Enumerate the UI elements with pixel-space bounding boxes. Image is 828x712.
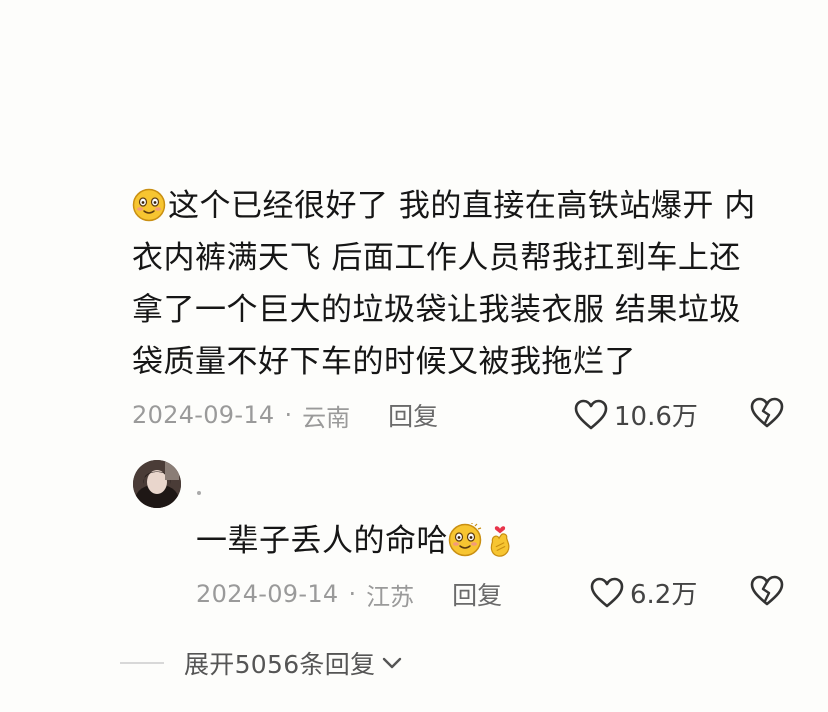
avatar[interactable]: [133, 460, 181, 508]
comment-date: 2024-09-14: [132, 401, 275, 429]
comment-like-button[interactable]: 10.6万: [574, 396, 698, 433]
reply-body: 一辈子丢人的命哈: [196, 516, 518, 566]
broken-heart-icon[interactable]: [750, 397, 784, 429]
reply-like-count: 6.2万: [630, 580, 698, 610]
divider: [120, 662, 164, 664]
comment-text: 这个已经很好了 我的直接在高铁站爆开 内衣内裤满天飞 后面工作人员帮我扛到车上还…: [132, 188, 756, 380]
reply-text: 一辈子丢人的命哈: [196, 523, 448, 559]
finger-heart-emoji-icon: [490, 526, 510, 557]
meta-separator: ·: [348, 580, 357, 608]
expand-replies-label: 展开5056条回复: [184, 650, 376, 679]
smiling-face-emoji-icon: [448, 523, 482, 557]
heart-icon: [574, 399, 608, 429]
reply-reply-button[interactable]: 回复: [452, 576, 502, 612]
reply-like-button[interactable]: 6.2万: [590, 574, 697, 611]
chevron-down-icon: [383, 657, 402, 669]
username-placeholder: [197, 491, 201, 495]
comment-meta: 2024-09-14 · 云南 回复: [132, 397, 438, 433]
comment-reply-button[interactable]: 回复: [388, 397, 438, 433]
broken-heart-icon[interactable]: [750, 575, 784, 607]
expand-replies-button[interactable]: 展开5056条回复: [120, 645, 403, 681]
comment-location: 云南: [302, 403, 351, 432]
avatar-image: [133, 460, 181, 508]
comment-body: 这个已经很好了 我的直接在高铁站爆开 内衣内裤满天飞 后面工作人员帮我扛到车上还…: [132, 180, 772, 388]
meta-separator: ·: [284, 401, 293, 429]
smiling-face-emoji-icon: [132, 188, 166, 222]
reply-meta: 2024-09-14 · 江苏 回复: [196, 576, 502, 612]
comment: 这个已经很好了 我的直接在高铁站爆开 内衣内裤满天飞 后面工作人员帮我扛到车上还…: [132, 180, 792, 388]
comment-like-count: 10.6万: [614, 402, 698, 432]
heart-icon: [590, 577, 624, 607]
reply-date: 2024-09-14: [196, 580, 339, 608]
reply-location: 江苏: [366, 582, 415, 611]
